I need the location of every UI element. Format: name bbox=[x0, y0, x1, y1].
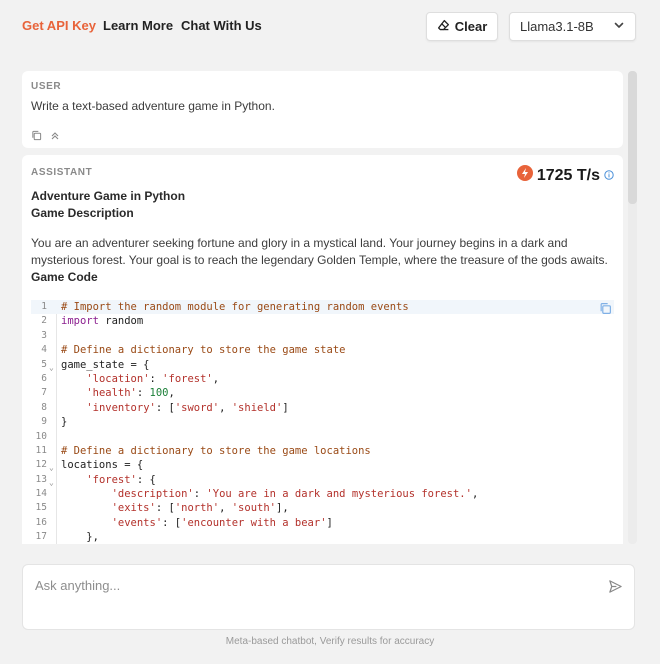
line-number: 5 bbox=[41, 358, 47, 370]
line-number: 6 bbox=[41, 372, 47, 384]
code-line: 1 # Import the random module for generati… bbox=[31, 300, 614, 315]
line-number: 2 bbox=[41, 315, 47, 327]
line-number: 13 bbox=[35, 473, 47, 485]
copy-icon[interactable] bbox=[31, 128, 42, 146]
line-number: 3 bbox=[41, 329, 47, 341]
message-actions bbox=[31, 128, 60, 146]
chat-with-us-link[interactable]: Chat With Us bbox=[181, 18, 262, 33]
line-number: 8 bbox=[41, 401, 47, 413]
code-line: 4 # Define a dictionary to store the game… bbox=[31, 343, 614, 357]
response-title: Adventure Game in Python bbox=[31, 189, 186, 203]
line-number: 17 bbox=[35, 531, 47, 543]
code-heading: Game Code bbox=[31, 270, 98, 284]
code-text: import random bbox=[61, 315, 144, 328]
collapse-icon[interactable] bbox=[50, 128, 60, 146]
user-role-label: USER bbox=[31, 81, 62, 92]
code-line: 8 'inventory': ['sword', 'shield'] bbox=[31, 401, 614, 415]
message-composer bbox=[22, 564, 635, 630]
code-text: 'exits': ['north', 'south'], bbox=[111, 502, 289, 515]
code-line: 9} bbox=[31, 415, 614, 429]
assistant-message-card: ASSISTANT 1725 T/s Adventure Game in Pyt… bbox=[22, 155, 623, 544]
code-text: 'events': ['encounter with a bear'] bbox=[111, 516, 333, 529]
lightning-icon bbox=[516, 165, 533, 186]
code-line: 6 'location': 'forest', bbox=[31, 372, 614, 386]
line-number: 7 bbox=[41, 387, 47, 399]
code-line: 12 ⌄ locations = { bbox=[31, 458, 614, 472]
code-line: 17 }, bbox=[31, 530, 614, 544]
response-description: You are an adventurer seeking fortune an… bbox=[31, 236, 608, 267]
send-icon[interactable] bbox=[608, 579, 623, 599]
line-number: 12 bbox=[35, 459, 47, 471]
code-line: 13 ⌄ 'forest': { bbox=[31, 473, 614, 487]
tokens-per-second: 1725 T/s bbox=[536, 166, 600, 184]
footer-disclaimer: Meta-based chatbot, Verify results for a… bbox=[225, 636, 435, 647]
code-text: game_state = { bbox=[61, 358, 150, 371]
chat-scrollbar-thumb[interactable] bbox=[628, 71, 637, 204]
user-message-card: USER Write a text-based adventure game i… bbox=[22, 71, 623, 148]
code-text: # Import the random module for generatin… bbox=[61, 301, 409, 313]
line-number: 14 bbox=[35, 488, 47, 500]
response-subtitle: Game Description bbox=[31, 206, 134, 220]
line-number: 9 bbox=[41, 416, 47, 428]
user-message-text: Write a text-based adventure game in Pyt… bbox=[31, 99, 275, 113]
code-text: 'location': 'forest', bbox=[86, 372, 220, 385]
info-icon[interactable] bbox=[604, 167, 614, 185]
line-number: 11 bbox=[35, 444, 47, 456]
code-text: }, bbox=[61, 531, 99, 544]
model-selected-value: Llama3.1-8B bbox=[520, 19, 594, 34]
code-line: 3 bbox=[31, 329, 614, 343]
code-lines: 1 # Import the random module for generati… bbox=[31, 300, 614, 544]
copy-code-icon[interactable] bbox=[599, 302, 612, 318]
code-text: 'forest': { bbox=[86, 473, 156, 486]
code-block[interactable]: 1 # Import the random module for generati… bbox=[31, 300, 614, 544]
code-text: # Define a dictionary to store the game … bbox=[61, 444, 371, 457]
chat-history[interactable]: USER Write a text-based adventure game i… bbox=[22, 71, 624, 544]
line-number: 16 bbox=[35, 516, 47, 528]
code-line: 2 import random bbox=[31, 314, 614, 328]
clear-label: Clear bbox=[454, 19, 488, 34]
code-line: 10 bbox=[31, 430, 614, 444]
code-text: 'description': 'You are in a dark and my… bbox=[111, 488, 479, 501]
code-line: 11 # Define a dictionary to store the gam… bbox=[31, 444, 614, 458]
message-input[interactable] bbox=[35, 575, 595, 595]
code-line: 7 'health': 100, bbox=[31, 386, 614, 400]
clear-button[interactable]: Clear bbox=[426, 12, 498, 41]
line-number: 15 bbox=[35, 502, 47, 514]
learn-more-link[interactable]: Learn More bbox=[103, 18, 173, 33]
code-text: locations = { bbox=[61, 459, 144, 472]
code-line: 5 ⌄ game_state = { bbox=[31, 358, 614, 372]
chevron-down-icon bbox=[613, 19, 625, 34]
eraser-icon bbox=[437, 19, 450, 35]
code-text: 'health': 100, bbox=[86, 387, 175, 400]
speed-indicator: 1725 T/s bbox=[516, 165, 614, 186]
code-line: 14 'description': 'You are in a dark and… bbox=[31, 487, 614, 501]
code-text: 'inventory': ['sword', 'shield'] bbox=[86, 401, 289, 414]
code-line: 16 'events': ['encounter with a bear'] bbox=[31, 516, 614, 530]
model-select[interactable]: Llama3.1-8B bbox=[509, 12, 636, 41]
line-number: 10 bbox=[35, 430, 47, 442]
code-line: 15 'exits': ['north', 'south'], bbox=[31, 501, 614, 515]
line-number: 4 bbox=[41, 344, 47, 356]
top-bar: Get API Key Learn More Chat With Us Clea… bbox=[0, 0, 660, 52]
get-api-key-link[interactable]: Get API Key bbox=[22, 18, 96, 33]
code-text: # Define a dictionary to store the game … bbox=[61, 344, 346, 357]
line-number: 1 bbox=[41, 301, 47, 312]
code-text: } bbox=[61, 416, 68, 429]
